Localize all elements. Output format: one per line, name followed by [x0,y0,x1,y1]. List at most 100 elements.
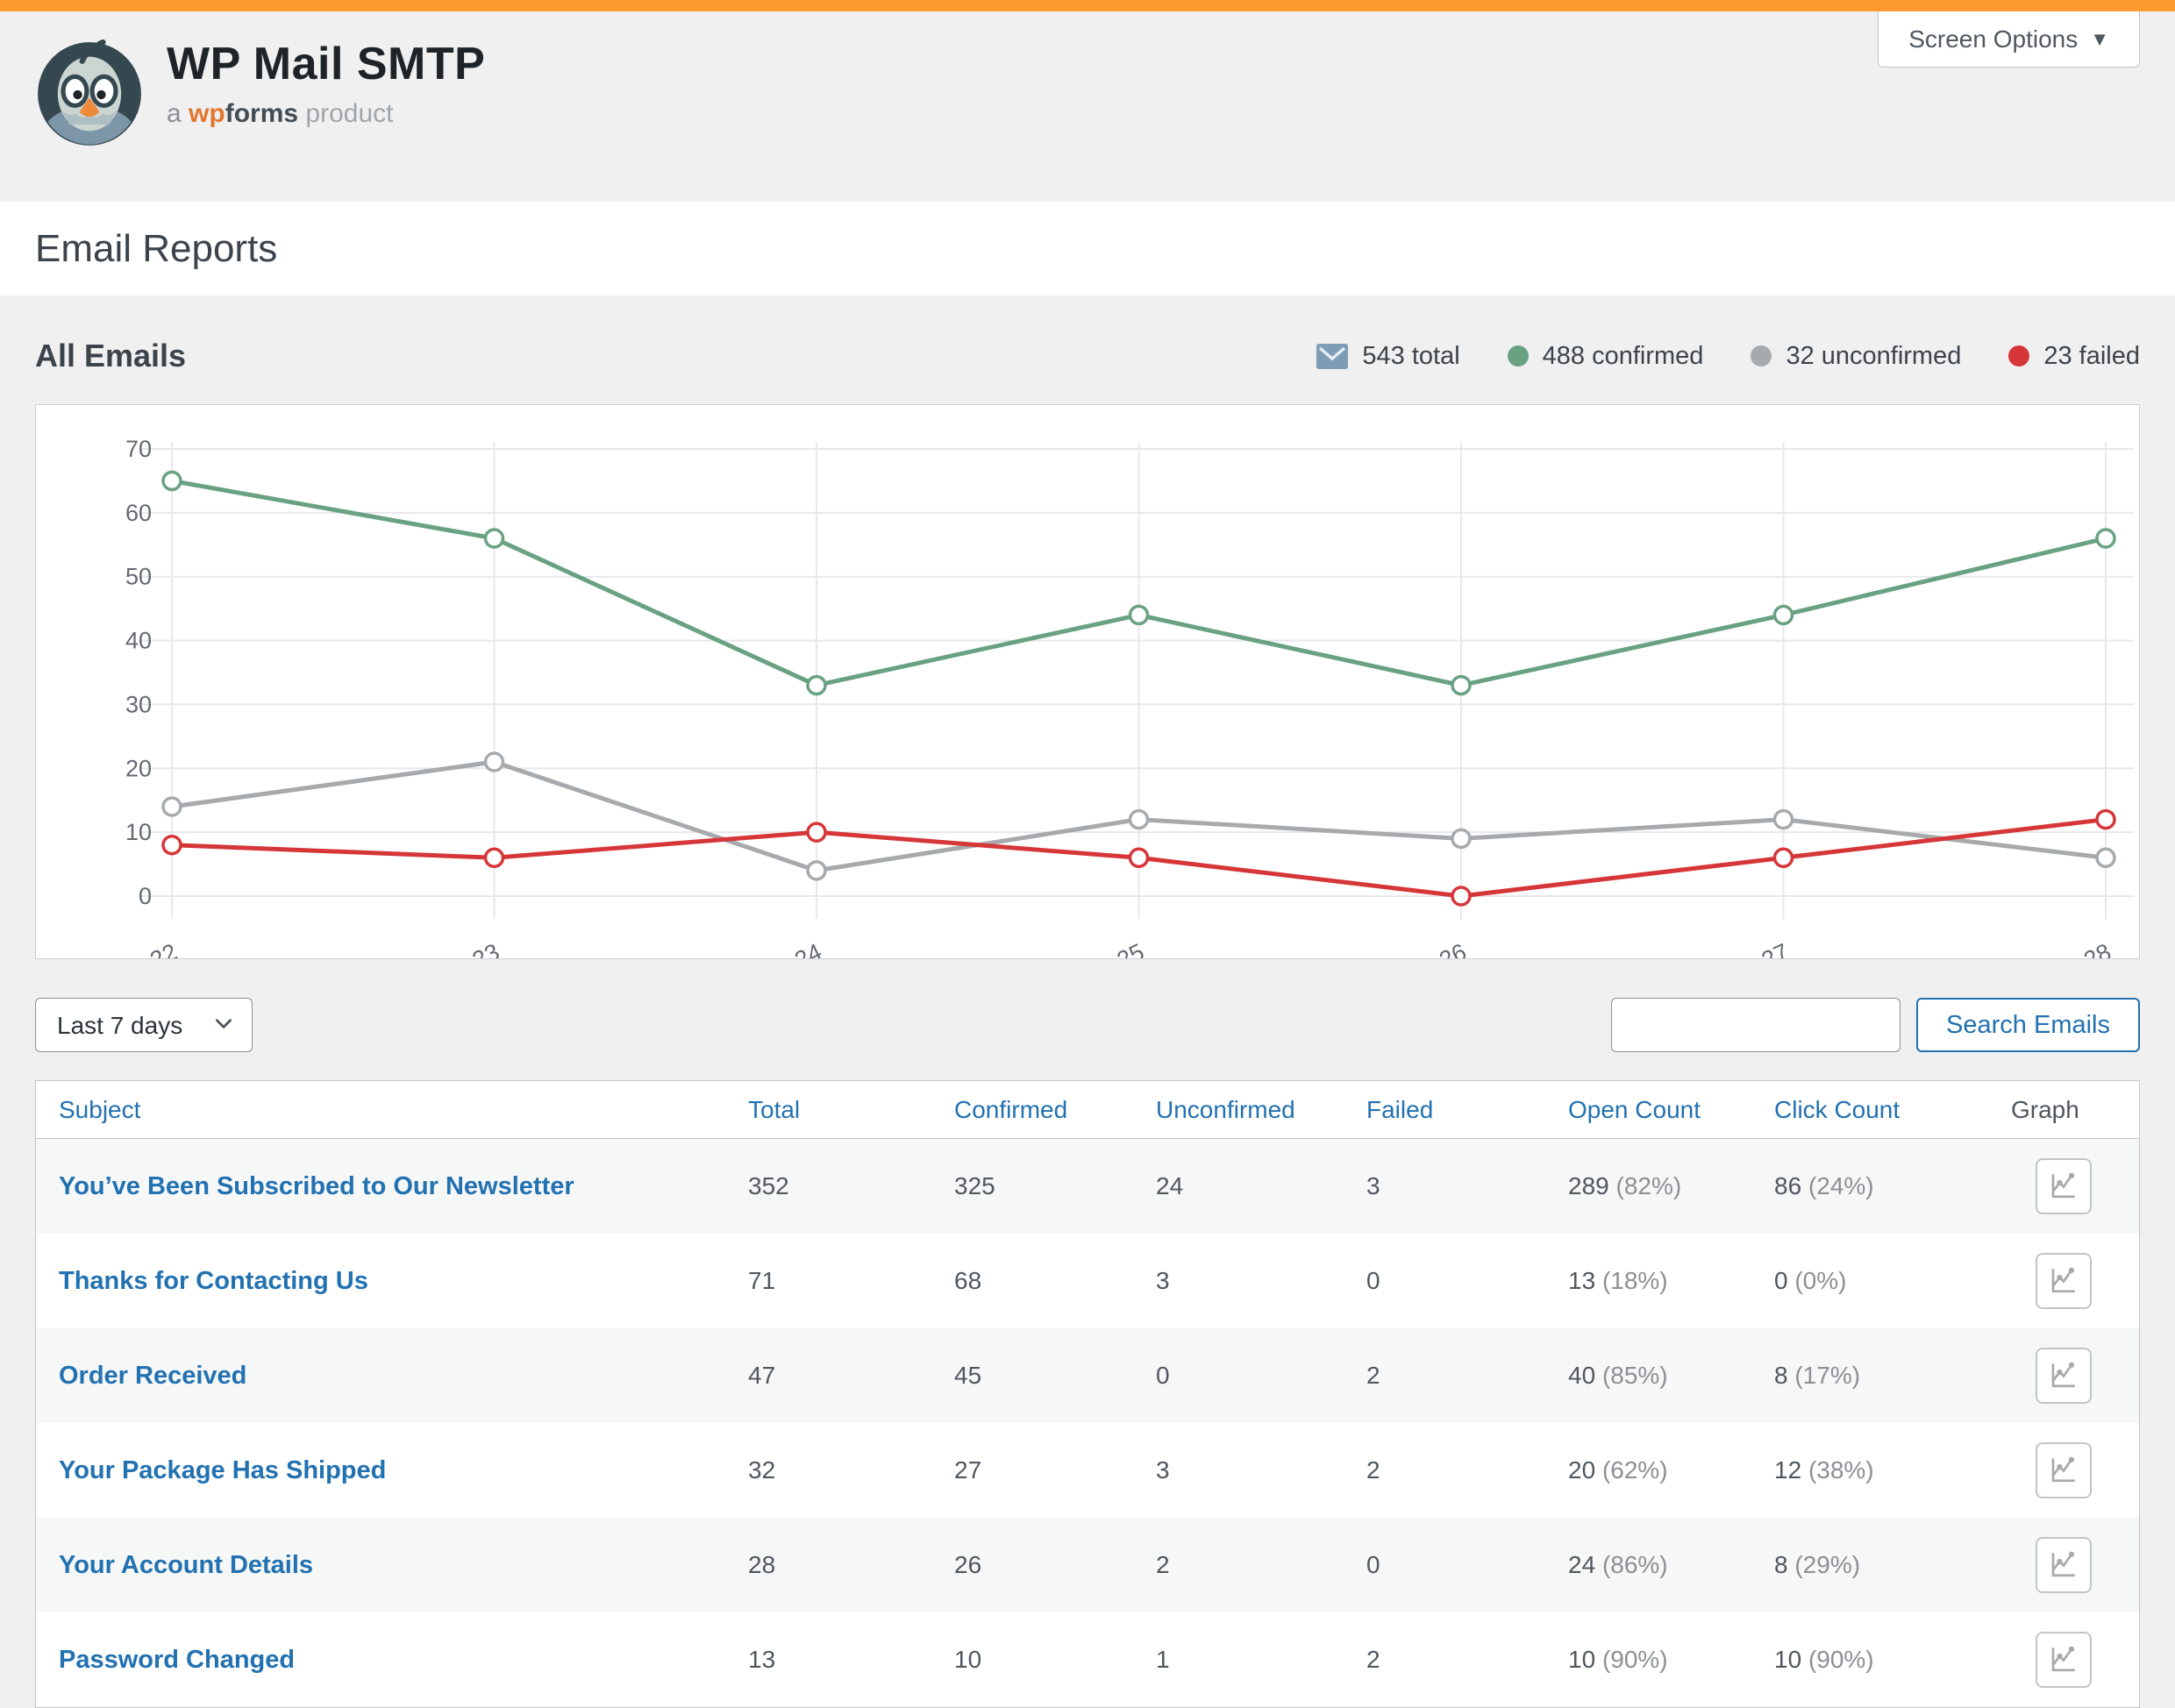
tagline-a: a [167,99,182,128]
line-chart-icon [2048,1359,2079,1393]
app-title: WP Mail SMTP [167,38,485,90]
email-subject-link[interactable]: Password Changed [59,1646,748,1675]
legend: 543 total 488 confirmed 32 unconfirmed 23 f… [1316,342,2140,371]
cell-graph [2011,1632,2116,1688]
table-row: Password Changed13101210 (90%)10 (90%) [36,1612,2139,1707]
cell-graph [2011,1158,2116,1214]
cell-failed: 2 [1366,1646,1568,1674]
column-header-unconfirmed[interactable]: Unconfirmed [1156,1096,1366,1124]
search-input[interactable] [1611,998,1900,1052]
emails-line-chart: 010203040506070Jan 22Jan 23Jan 24Jan 25J… [36,405,2139,958]
cell-click-count: 86 (24%) [1774,1172,2011,1200]
email-subject-link[interactable]: Thanks for Contacting Us [59,1267,748,1296]
email-subject-link[interactable]: Your Package Has Shipped [59,1456,748,1485]
cell-open-count: 40 (85%) [1568,1362,1774,1390]
cell-confirmed: 45 [954,1362,1156,1390]
date-range-select[interactable]: Last 7 days [35,998,253,1052]
email-subject-link[interactable]: Your Account Details [59,1551,748,1580]
caret-down-icon: ▼ [2090,28,2109,51]
table-row: Your Account Details28262024 (86%)8 (29%… [36,1518,2139,1612]
row-graph-button[interactable] [2036,1537,2092,1593]
line-chart-icon [2048,1454,2079,1488]
cell-unconfirmed: 3 [1156,1456,1366,1484]
column-header-confirmed[interactable]: Confirmed [954,1096,1156,1124]
cell-click-count: 8 (17%) [1774,1362,2011,1390]
svg-text:0: 0 [139,883,152,909]
column-header-open-count[interactable]: Open Count [1568,1096,1774,1124]
cell-click-count: 12 (38%) [1774,1456,2011,1484]
email-reports-table: SubjectTotalConfirmedUnconfirmedFailedOp… [35,1080,2140,1708]
email-subject-link[interactable]: You’ve Been Subscribed to Our Newsletter [59,1172,748,1201]
cell-open-count: 289 (82%) [1568,1172,1774,1200]
line-chart-icon [2048,1264,2079,1299]
table-row: Thanks for Contacting Us71683013 (18%)0 … [36,1234,2139,1328]
cell-unconfirmed: 0 [1156,1362,1366,1390]
row-graph-button[interactable] [2036,1632,2092,1688]
row-graph-button[interactable] [2036,1442,2092,1498]
cell-confirmed: 68 [954,1267,1156,1295]
cell-open-count: 20 (62%) [1568,1456,1774,1484]
cell-total: 13 [748,1646,954,1674]
svg-text:Jan 28: Jan 28 [2039,938,2114,958]
tagline-forms: forms [225,99,298,128]
legend-dot-icon [1508,345,1529,367]
cell-graph [2011,1348,2116,1404]
column-header-failed[interactable]: Failed [1366,1096,1568,1124]
column-header-click-count[interactable]: Click Count [1774,1096,2011,1124]
emails-chart-card: 010203040506070Jan 22Jan 23Jan 24Jan 25J… [35,404,2140,959]
cell-click-count: 10 (90%) [1774,1646,2011,1674]
email-subject-link[interactable]: Order Received [59,1362,748,1391]
legend-item-unconfirmed: 32 unconfirmed [1751,342,1961,371]
table-controls-row: Last 7 days Search Emails [35,998,2140,1052]
table-body: You’ve Been Subscribed to Our Newsletter… [36,1139,2139,1707]
brand-block: WP Mail SMTP a wpforms product [167,38,485,129]
app-header: WP Mail SMTP a wpforms product Screen Op… [0,11,2175,202]
row-graph-button[interactable] [2036,1253,2092,1309]
svg-text:10: 10 [125,819,152,845]
legend-label: 488 confirmed [1543,342,1704,371]
screen-options-label: Screen Options [1908,25,2078,53]
cell-confirmed: 325 [954,1172,1156,1200]
tagline-wp: wp [189,99,225,128]
cell-confirmed: 27 [954,1456,1156,1484]
cell-failed: 3 [1366,1172,1568,1200]
cell-total: 47 [748,1362,954,1390]
cell-graph [2011,1537,2116,1593]
cell-graph [2011,1253,2116,1309]
legend-dot-icon [1751,345,1772,367]
brand-tagline: a wpforms product [167,99,485,129]
row-graph-button[interactable] [2036,1158,2092,1214]
cell-unconfirmed: 2 [1156,1551,1366,1579]
legend-dot-icon [2008,345,2029,367]
svg-text:70: 70 [125,436,152,462]
screen-options-button[interactable]: Screen Options ▼ [1878,11,2140,68]
legend-item-failed: 23 failed [2008,342,2140,371]
column-header-subject[interactable]: Subject [59,1096,748,1124]
row-graph-button[interactable] [2036,1348,2092,1404]
table-header-row: SubjectTotalConfirmedUnconfirmedFailedOp… [36,1081,2139,1139]
svg-text:40: 40 [125,628,152,654]
cell-unconfirmed: 1 [1156,1646,1366,1674]
legend-label: 543 total [1362,342,1459,371]
svg-text:50: 50 [125,564,152,590]
line-chart-icon [2048,1548,2079,1583]
column-header-total[interactable]: Total [748,1096,954,1124]
admin-top-bar [0,0,2175,11]
cell-failed: 0 [1366,1267,1568,1295]
cell-open-count: 24 (86%) [1568,1551,1774,1579]
line-chart-icon [2048,1643,2079,1677]
pigeon-mascot-icon [35,39,144,148]
cell-open-count: 13 (18%) [1568,1267,1774,1295]
legend-item-confirmed: 488 confirmed [1508,342,1704,371]
cell-confirmed: 26 [954,1551,1156,1579]
svg-text:Jan 25: Jan 25 [1073,938,1148,958]
cell-confirmed: 10 [954,1646,1156,1674]
tagline-product: product [305,99,393,128]
legend-label: 23 failed [2043,342,2140,371]
column-header-graph: Graph [2011,1096,2116,1124]
legend-item-total: 543 total [1316,342,1459,371]
page-title-band: Email Reports [0,202,2175,295]
svg-text:Jan 24: Jan 24 [750,938,825,958]
search-emails-button[interactable]: Search Emails [1916,998,2140,1052]
cell-unconfirmed: 3 [1156,1267,1366,1295]
